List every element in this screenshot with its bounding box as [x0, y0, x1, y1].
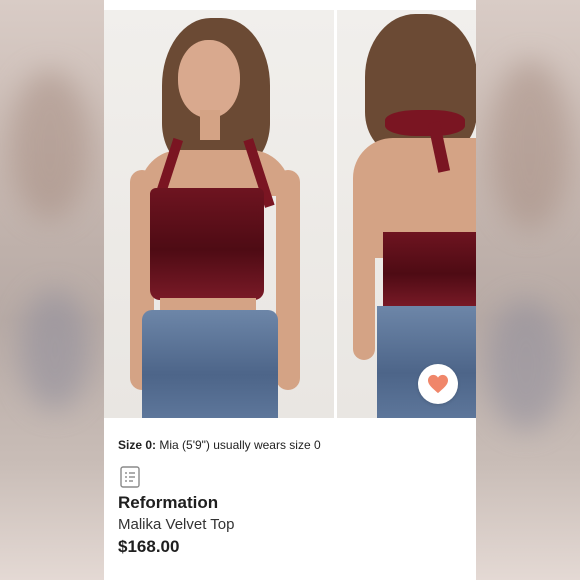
model-arm-back [353, 210, 375, 360]
blurred-background-right [476, 0, 580, 580]
product-title[interactable]: Malika Velvet Top [118, 516, 234, 533]
like-button[interactable] [418, 364, 458, 404]
brand-name[interactable]: Reformation [118, 493, 218, 513]
size-info: Size 0: Mia (5'9") usually wears size 0 [118, 438, 321, 452]
halter-bow [385, 110, 465, 136]
model-right-arm [276, 170, 300, 390]
model-neck [200, 110, 220, 140]
velvet-top-front [150, 188, 264, 300]
product-photo-gallery[interactable] [104, 10, 476, 418]
model-face [178, 40, 240, 118]
product-price: $168.00 [118, 537, 180, 556]
listing-card: Size 0: Mia (5'9") usually wears size 0 … [104, 0, 476, 580]
size-note: Mia (5'9") usually wears size 0 [159, 438, 321, 452]
product-photo-front[interactable] [104, 10, 334, 418]
heart-icon [428, 374, 448, 394]
velvet-top-back [383, 232, 476, 308]
size-label: Size 0: [118, 438, 157, 452]
jeans-front [142, 310, 278, 418]
product-photo-back[interactable] [337, 10, 476, 418]
blurred-background-left [0, 0, 104, 580]
jeans-back [377, 306, 476, 418]
list-note-icon [120, 466, 140, 488]
